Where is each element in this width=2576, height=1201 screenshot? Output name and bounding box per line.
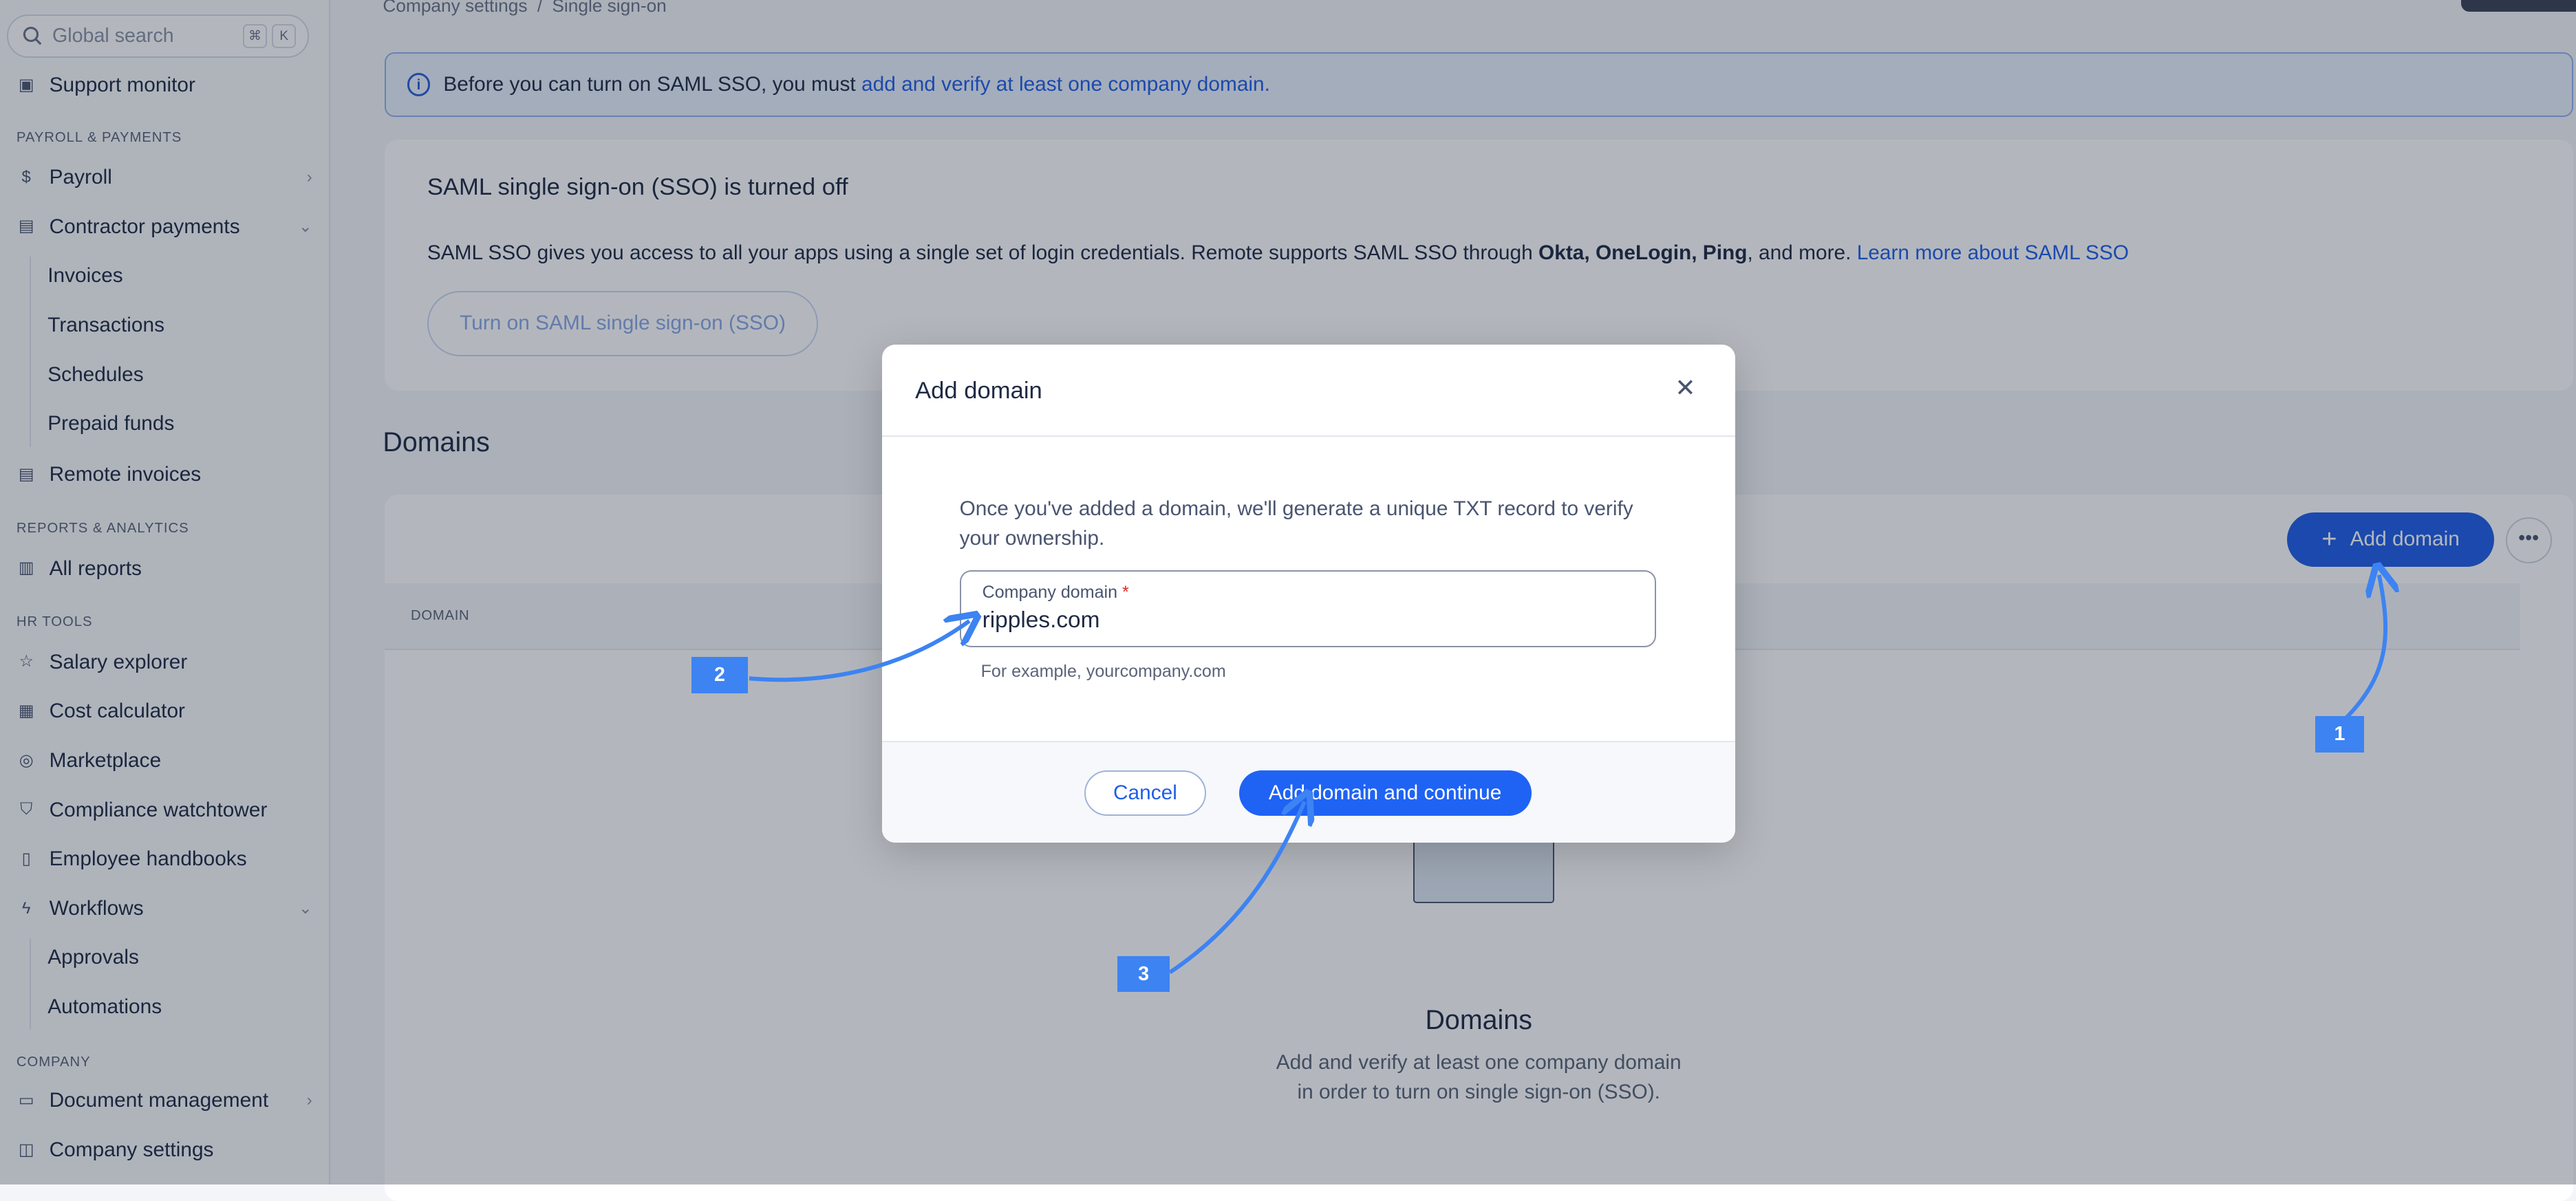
arrow-3	[1168, 801, 1305, 975]
arrow-1	[2343, 575, 2385, 722]
annotation-arrows	[749, 0, 2576, 975]
annotation-badge-1: 1	[2315, 716, 2365, 753]
arrow-2	[749, 621, 969, 682]
annotation-badge-3: 3	[1117, 955, 1170, 993]
annotation-badge-2: 2	[691, 657, 748, 693]
